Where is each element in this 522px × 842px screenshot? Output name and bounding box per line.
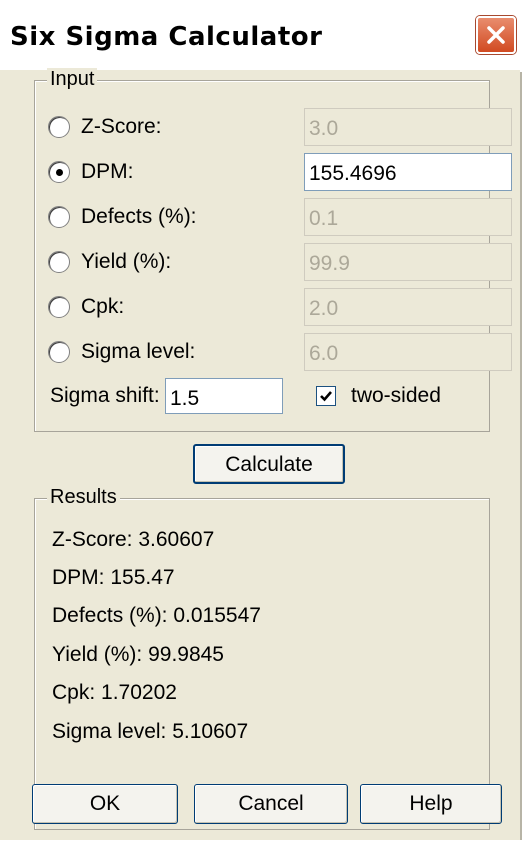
dpm-field[interactable]: 155.4696 (304, 153, 512, 191)
sigma-shift-field[interactable]: 1.5 (165, 378, 283, 414)
yield-label[interactable]: Yield (%): (81, 250, 171, 274)
defects-field: 0.1 (304, 198, 512, 236)
radio-dot-icon (56, 169, 63, 176)
result-z-score: Z-Score: 3.60607 (52, 528, 215, 551)
window-title: Six Sigma Calculator (10, 22, 323, 52)
cancel-button[interactable]: Cancel (194, 784, 348, 824)
result-sigma-level: Sigma level: 5.10607 (52, 720, 249, 743)
six-sigma-dialog: Six Sigma Calculator Input Z-Score: 3.0 … (0, 0, 522, 840)
sigma-level-radio[interactable] (48, 341, 70, 363)
dpm-label[interactable]: DPM: (81, 160, 134, 184)
result-cpk: Cpk: 1.70202 (52, 681, 177, 704)
option-row-z-score: Z-Score: 3.0 (48, 108, 512, 148)
sigma-shift-label: Sigma shift: (50, 384, 160, 407)
z-score-field: 3.0 (304, 108, 512, 146)
dialog-client-area: Input Z-Score: 3.0 DPM: 155.4696 Defects… (0, 68, 520, 840)
two-sided-checkbox[interactable] (316, 386, 336, 406)
title-bar[interactable]: Six Sigma Calculator (0, 0, 522, 72)
z-score-label[interactable]: Z-Score: (81, 115, 162, 139)
cpk-field: 2.0 (304, 288, 512, 326)
result-yield: Yield (%): 99.9845 (52, 643, 224, 666)
input-group-legend: Input (47, 68, 98, 91)
option-row-defects: Defects (%): 0.1 (48, 198, 512, 238)
cpk-radio[interactable] (48, 296, 70, 318)
result-defects: Defects (%): 0.015547 (52, 604, 261, 627)
results-group-legend: Results (47, 486, 120, 509)
close-button[interactable] (476, 16, 516, 54)
option-row-yield: Yield (%): 99.9 (48, 243, 512, 283)
sigma-level-label[interactable]: Sigma level: (81, 340, 195, 364)
defects-radio[interactable] (48, 206, 70, 228)
defects-label[interactable]: Defects (%): (81, 205, 197, 229)
z-score-radio[interactable] (48, 116, 70, 138)
option-row-sigma-level: Sigma level: 6.0 (48, 333, 512, 373)
checkmark-icon (320, 391, 332, 402)
sigma-level-field: 6.0 (304, 333, 512, 371)
close-icon (487, 26, 505, 44)
help-button[interactable]: Help (360, 784, 502, 824)
yield-field: 99.9 (304, 243, 512, 281)
result-dpm: DPM: 155.47 (52, 566, 175, 589)
cpk-label[interactable]: Cpk: (81, 295, 124, 319)
option-row-dpm: DPM: 155.4696 (48, 153, 512, 193)
yield-radio[interactable] (48, 251, 70, 273)
two-sided-label[interactable]: two-sided (351, 384, 441, 408)
dpm-radio[interactable] (48, 161, 70, 183)
option-row-cpk: Cpk: 2.0 (48, 288, 512, 328)
ok-button[interactable]: OK (32, 784, 178, 824)
calculate-button[interactable]: Calculate (193, 444, 345, 484)
